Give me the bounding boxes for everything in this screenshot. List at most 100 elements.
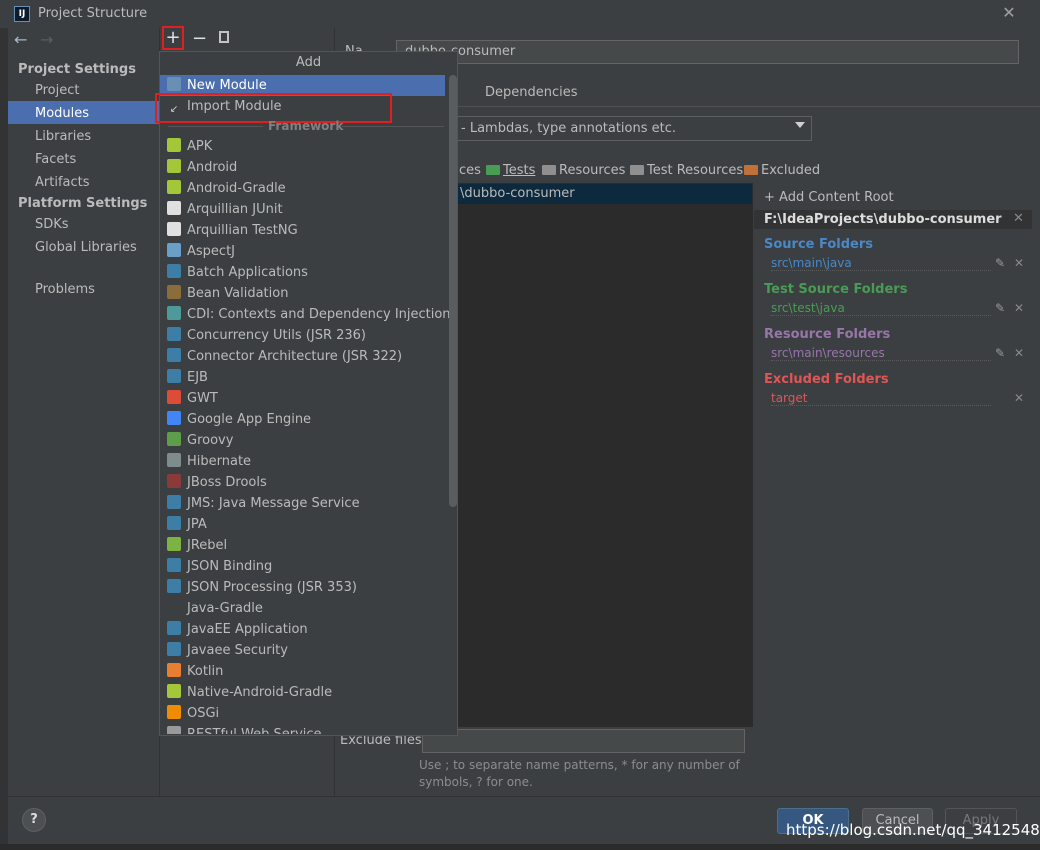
remove-folder-icon[interactable]: ✕ xyxy=(1014,391,1024,405)
sidebar-item-facets[interactable]: Facets xyxy=(35,152,76,167)
jrebel-icon xyxy=(167,537,181,551)
mark-resources-button[interactable]: Resources xyxy=(542,163,625,178)
framework-label: Hibernate xyxy=(187,454,252,469)
menu-item-framework[interactable]: Bean Validation xyxy=(167,283,288,304)
watermark-text: https://blog.csdn.net/qq_34125483 xyxy=(786,821,1040,839)
sidebar-item-libraries[interactable]: Libraries xyxy=(35,129,91,144)
module-folder-icon xyxy=(167,77,181,91)
menu-item-framework[interactable]: APK xyxy=(167,136,212,157)
copy-icon[interactable] xyxy=(219,31,229,43)
menu-item-framework[interactable]: JSON Binding xyxy=(167,556,272,577)
menu-item-framework[interactable]: JMS: Java Message Service xyxy=(167,493,360,514)
javaee-icon xyxy=(167,327,181,341)
sidebar-item-global-libraries[interactable]: Global Libraries xyxy=(35,240,137,255)
framework-label: OSGi xyxy=(187,706,220,721)
hibernate-icon xyxy=(167,453,181,467)
menu-item-framework[interactable]: GWT xyxy=(167,388,218,409)
menu-item-framework[interactable]: Arquillian TestNG xyxy=(167,220,298,241)
popup-title: Add xyxy=(295,55,322,70)
excluded-folder-icon xyxy=(744,165,758,175)
chevron-down-icon[interactable] xyxy=(795,122,805,128)
framework-label: Google App Engine xyxy=(187,412,312,427)
back-arrow-icon[interactable]: ← xyxy=(14,30,27,49)
add-button[interactable]: + xyxy=(162,26,184,50)
framework-label: AspectJ xyxy=(187,244,235,259)
google-icon xyxy=(167,390,181,404)
sidebar-item-modules[interactable]: Modules xyxy=(35,106,89,121)
menu-item-framework[interactable]: Java-Gradle xyxy=(167,598,263,619)
javaee-icon xyxy=(167,369,181,383)
javaee-icon xyxy=(167,558,181,572)
tab-dependencies[interactable]: Dependencies xyxy=(485,85,578,100)
separator xyxy=(168,126,263,127)
mark-sources-button[interactable]: ces xyxy=(459,163,481,178)
content-root-path: F:\IdeaProjects\dubbo-consumer xyxy=(764,212,1002,227)
sidebar-item-problems[interactable]: Problems xyxy=(35,282,95,297)
help-button[interactable]: ? xyxy=(22,808,46,832)
menu-item-framework[interactable]: JSON Processing (JSR 353) xyxy=(167,577,357,598)
menu-item-framework[interactable]: Google App Engine xyxy=(167,409,311,430)
popup-scroll-thumb[interactable] xyxy=(449,75,457,507)
remove-folder-icon[interactable]: ✕ xyxy=(1014,301,1024,315)
sidebar-item-sdks[interactable]: SDKs xyxy=(35,217,69,232)
edit-pencil-icon[interactable]: ✎ xyxy=(995,346,1005,360)
menu-item-framework[interactable]: CDI: Contexts and Dependency Injection xyxy=(167,304,451,325)
menu-item-framework[interactable]: Arquillian JUnit xyxy=(167,199,283,220)
edit-pencil-icon[interactable]: ✎ xyxy=(995,301,1005,315)
menu-item-framework[interactable]: RESTful Web Service xyxy=(167,724,322,734)
mark-tests-button[interactable]: Tests xyxy=(486,163,535,178)
menu-item-framework[interactable]: OSGi xyxy=(167,703,219,724)
edit-pencil-icon[interactable]: ✎ xyxy=(995,256,1005,270)
framework-label: Concurrency Utils (JSR 236) xyxy=(187,328,366,343)
menu-item-framework[interactable]: Android xyxy=(167,157,237,178)
menu-item-framework[interactable]: EJB xyxy=(167,367,208,388)
exclude-files-input[interactable] xyxy=(422,729,745,753)
jpa-icon xyxy=(167,516,181,530)
bean-icon xyxy=(167,285,181,299)
menu-item-framework[interactable]: Hibernate xyxy=(167,451,251,472)
menu-item-framework[interactable]: AspectJ xyxy=(167,241,235,262)
menu-item-framework[interactable]: JRebel xyxy=(167,535,227,556)
kotlin-icon xyxy=(167,663,181,677)
remove-folder-icon[interactable]: ✕ xyxy=(1014,256,1024,270)
menu-item-framework[interactable]: Concurrency Utils (JSR 236) xyxy=(167,325,366,346)
menu-item-framework[interactable]: Groovy xyxy=(167,430,233,451)
module-name-field[interactable]: dubbo-consumer xyxy=(396,40,1019,64)
excluded-folders-title: Excluded Folders xyxy=(764,372,889,387)
menu-item-framework[interactable]: Android-Gradle xyxy=(167,178,286,199)
menu-item-framework[interactable]: Connector Architecture (JSR 322) xyxy=(167,346,402,367)
menu-item-framework[interactable]: JavaEE Application xyxy=(167,619,308,640)
resource-folder-path: src\main\resources xyxy=(771,346,991,361)
framework-label: RESTful Web Service xyxy=(187,727,322,734)
menu-item-framework[interactable]: JBoss Drools xyxy=(167,472,267,493)
remove-button[interactable]: − xyxy=(192,28,207,49)
title-bar xyxy=(0,0,1040,28)
remove-folder-icon[interactable]: ✕ xyxy=(1014,346,1024,360)
sidebar-item-artifacts[interactable]: Artifacts xyxy=(35,175,90,190)
exclude-hint: Use ; to separate name patterns, * for a… xyxy=(419,758,740,789)
framework-label: JSON Binding xyxy=(187,559,273,574)
remove-content-root-icon[interactable]: ✕ xyxy=(1013,211,1024,226)
source-folder-path: src\main\java xyxy=(771,256,991,271)
alien-icon xyxy=(167,201,181,215)
framework-label: Javaee Security xyxy=(187,643,288,658)
menu-item-framework[interactable]: Batch Applications xyxy=(167,262,308,283)
javaee-icon xyxy=(167,348,181,362)
mark-excluded-button[interactable]: Excluded xyxy=(744,163,820,178)
menu-item-framework[interactable]: JPA xyxy=(167,514,207,535)
aspectj-icon xyxy=(167,243,181,257)
sidebar-item-project[interactable]: Project xyxy=(35,83,79,98)
cdi-icon xyxy=(167,306,181,320)
framework-label: Android-Gradle xyxy=(187,181,286,196)
close-icon[interactable]: ✕ xyxy=(1000,4,1018,22)
menu-item-framework[interactable]: Javaee Security xyxy=(167,640,288,661)
forward-arrow-icon[interactable]: → xyxy=(40,30,53,49)
menu-item-framework[interactable]: Kotlin xyxy=(167,661,223,682)
framework-label: Kotlin xyxy=(187,664,224,679)
add-content-root-button[interactable]: + Add Content Root xyxy=(764,190,894,205)
mark-test-resources-button[interactable]: Test Resources xyxy=(630,163,743,178)
language-level-select[interactable]: - Lambdas, type annotations etc. xyxy=(454,116,812,141)
menu-item-framework[interactable]: Native-Android-Gradle xyxy=(167,682,332,703)
framework-label: Connector Architecture (JSR 322) xyxy=(187,349,403,364)
tree-root-item[interactable]: \dubbo-consumer xyxy=(460,186,575,201)
